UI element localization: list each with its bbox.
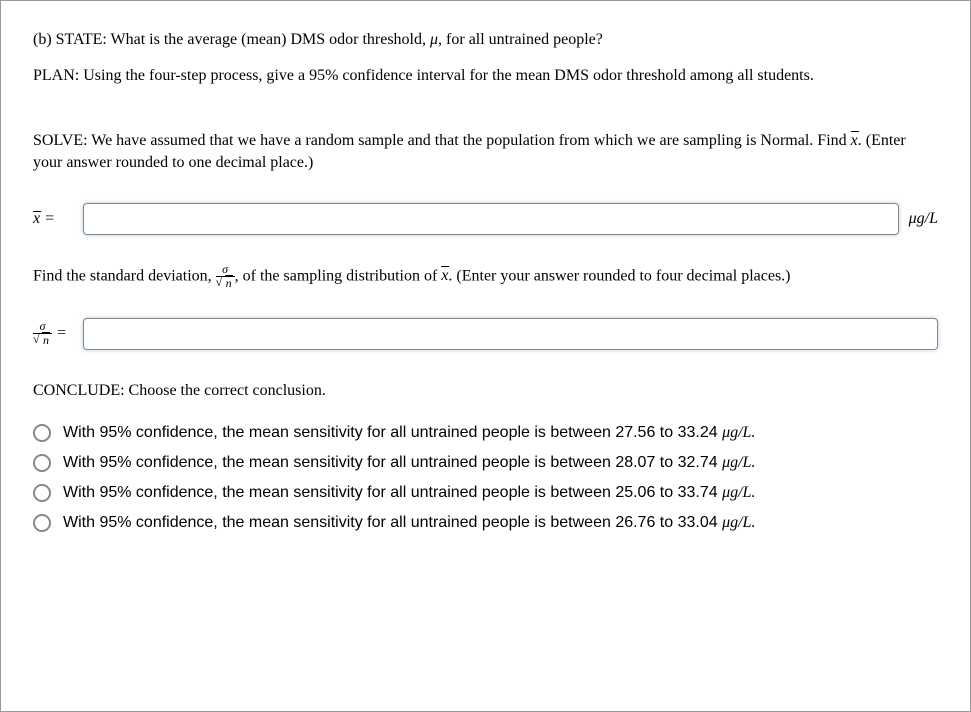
option-c: With 95% confidence, the mean sensitivit… (33, 478, 938, 508)
conclude-line: CONCLUDE: Choose the correct conclusion. (33, 380, 938, 402)
stddev-tail: . (Enter your answer rounded to four dec… (448, 267, 790, 284)
stddev-post: , of the sampling distribution of (235, 267, 442, 284)
xbar-input[interactable] (83, 203, 899, 235)
option-d: With 95% confidence, the mean sensitivit… (33, 508, 938, 538)
sigma-over-sqrtn-inline: σn (216, 263, 235, 290)
sigma-sqrtn-label: σn = (33, 320, 73, 347)
stddev-input-row: σn = (33, 318, 938, 350)
state-line: (b) STATE: What is the average (mean) DM… (33, 29, 938, 51)
solve-line: SOLVE: We have assumed that we have a ra… (33, 130, 938, 175)
stddev-input[interactable] (83, 318, 938, 350)
option-a: With 95% confidence, the mean sensitivit… (33, 418, 938, 448)
solve-text: SOLVE: We have assumed that we have a ra… (33, 132, 851, 149)
state-text: (b) STATE: What is the average (mean) DM… (33, 31, 430, 48)
plan-line: PLAN: Using the four-step process, give … (33, 65, 938, 87)
option-a-text: With 95% confidence, the mean sensitivit… (63, 424, 755, 442)
xbar-symbol-2: x (441, 265, 448, 287)
xbar-symbol: x (851, 130, 858, 152)
option-b-text: With 95% confidence, the mean sensitivit… (63, 454, 755, 472)
xbar-unit: μg/L (909, 210, 938, 228)
equals: = (56, 325, 67, 342)
option-d-text: With 95% confidence, the mean sensitivit… (63, 514, 755, 532)
radio-a[interactable] (33, 424, 51, 442)
radio-b[interactable] (33, 454, 51, 472)
stddev-pre: Find the standard deviation, (33, 267, 216, 284)
mu-symbol: μ (430, 31, 438, 48)
spacer (33, 102, 938, 130)
xbar-input-row: x = μg/L (33, 203, 938, 235)
question-page: (b) STATE: What is the average (mean) DM… (0, 0, 971, 712)
option-c-text: With 95% confidence, the mean sensitivit… (63, 484, 755, 502)
stddev-line: Find the standard deviation, σn, of the … (33, 263, 938, 290)
state-tail: , for all untrained people? (438, 31, 603, 48)
option-b: With 95% confidence, the mean sensitivit… (33, 448, 938, 478)
radio-c[interactable] (33, 484, 51, 502)
radio-d[interactable] (33, 514, 51, 532)
xbar-label: x = (33, 210, 73, 228)
options-group: With 95% confidence, the mean sensitivit… (33, 418, 938, 538)
